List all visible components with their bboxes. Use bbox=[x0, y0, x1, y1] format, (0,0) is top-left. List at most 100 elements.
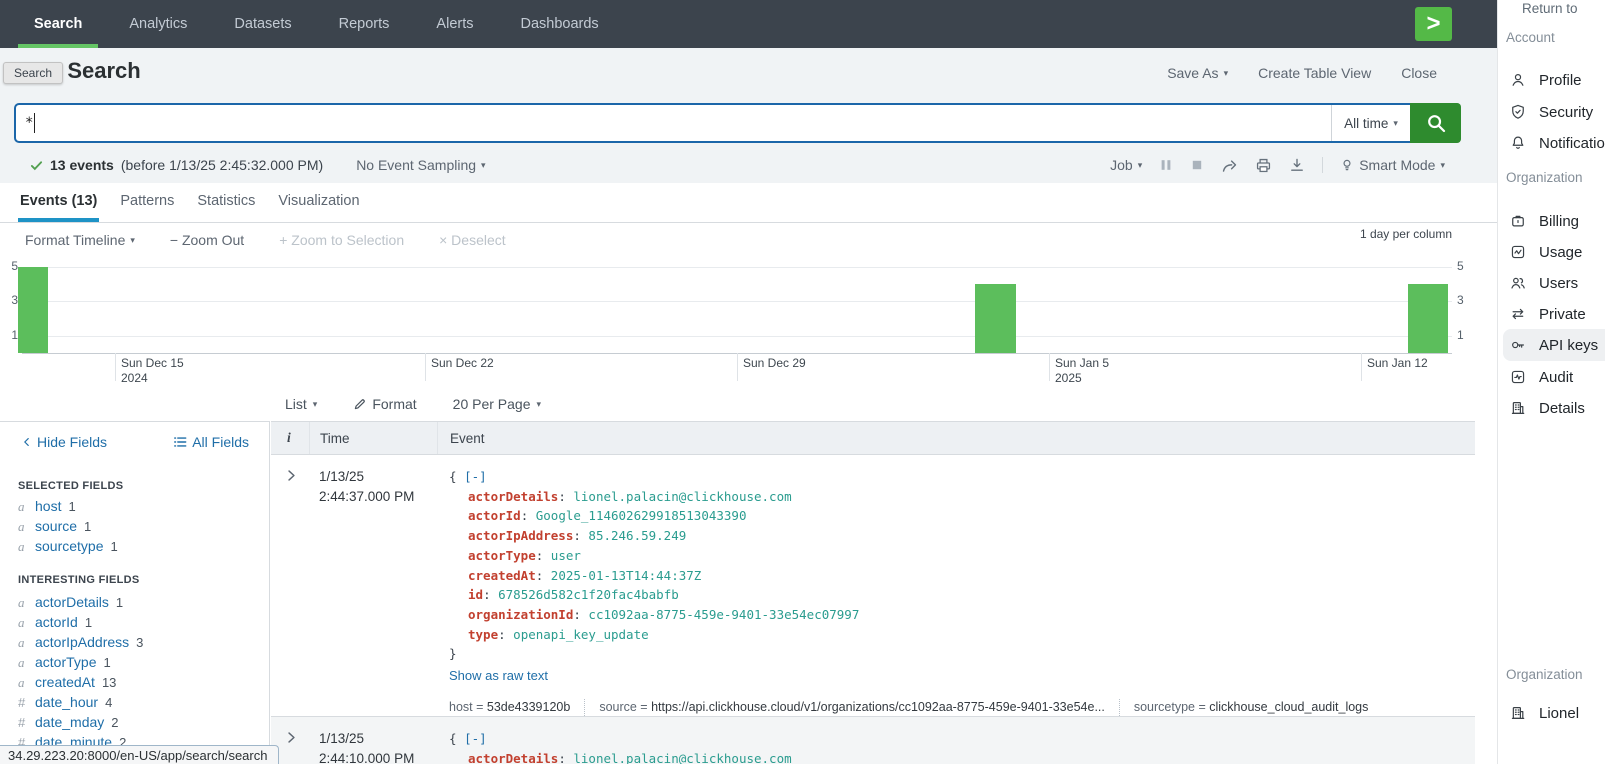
column-header-event: Event bbox=[437, 422, 1475, 454]
event-field-sourcetype[interactable]: sourcetype = clickhouse_cloud_audit_logs bbox=[1119, 699, 1383, 716]
sidebar-item-api-keys[interactable]: API keys bbox=[1503, 329, 1605, 361]
field-name-link[interactable]: sourcetype bbox=[35, 538, 103, 554]
json-key[interactable]: organizationId bbox=[468, 607, 573, 622]
tab-statistics[interactable]: Statistics bbox=[195, 183, 257, 222]
search-input[interactable]: * bbox=[16, 105, 1331, 141]
nav-item-search[interactable]: Search bbox=[18, 0, 98, 48]
close-button[interactable]: Close bbox=[1401, 65, 1437, 81]
sidebar-item-lionel[interactable]: Lionel bbox=[1503, 697, 1605, 729]
tab-events-13[interactable]: Events (13) bbox=[18, 183, 99, 222]
share-button[interactable] bbox=[1221, 157, 1238, 174]
list-view-dropdown[interactable]: List ▾ bbox=[285, 396, 317, 412]
field-type-prefix: a bbox=[18, 615, 28, 631]
json-value[interactable]: lionel.palacin@clickhouse.com bbox=[573, 751, 791, 764]
tab-visualization[interactable]: Visualization bbox=[276, 183, 361, 222]
sidebar-item-usage[interactable]: Usage bbox=[1503, 236, 1605, 268]
gridline bbox=[22, 301, 1452, 302]
json-pair-actorDetails: actorDetails: lionel.palacin@clickhouse.… bbox=[449, 749, 1475, 764]
json-brace: { bbox=[449, 469, 464, 484]
event-json: { [-]actorDetails: lionel.palacin@clickh… bbox=[449, 467, 1475, 664]
gridline bbox=[22, 336, 1452, 337]
field-name-link[interactable]: date_mday bbox=[35, 714, 104, 730]
timeline-bar[interactable] bbox=[975, 284, 1016, 353]
show-raw-text-link[interactable]: Show as raw text bbox=[449, 665, 548, 686]
field-name-link[interactable]: actorDetails bbox=[35, 594, 109, 610]
nav-item-dashboards[interactable]: Dashboards bbox=[505, 0, 615, 48]
results-tabs: Events (13) Patterns Statistics Visualizati… bbox=[0, 183, 1500, 223]
field-name-link[interactable]: actorIpAddress bbox=[35, 634, 129, 650]
pause-button[interactable] bbox=[1159, 158, 1173, 172]
create-table-view-button[interactable]: Create Table View bbox=[1258, 65, 1371, 81]
nav-item-reports[interactable]: Reports bbox=[323, 0, 406, 48]
json-value[interactable]: user bbox=[551, 548, 581, 563]
format-results-button[interactable]: Format bbox=[353, 396, 416, 412]
field-name-link[interactable]: source bbox=[35, 518, 77, 534]
screen: Search Analytics Datasets Reports Alerts Dash… bbox=[0, 0, 1605, 764]
chevron-down-icon: ▾ bbox=[1393, 118, 1398, 129]
json-value[interactable]: lionel.palacin@clickhouse.com bbox=[573, 489, 791, 504]
nav-item-alerts[interactable]: Alerts bbox=[420, 0, 489, 48]
search-bar[interactable]: * All time ▾ bbox=[14, 103, 1461, 143]
json-pair-id: id: 678526d582c1f20fac4babfb bbox=[449, 585, 1475, 605]
json-key[interactable]: id bbox=[468, 587, 483, 602]
sidebar-item-details[interactable]: Details bbox=[1503, 392, 1605, 424]
search-header: New Search Search Save As ▾ Create Table… bbox=[0, 48, 1500, 186]
sidebar-item-label: API keys bbox=[1539, 337, 1598, 354]
nav-item-analytics[interactable]: Analytics bbox=[113, 0, 203, 48]
sidebar-item-private[interactable]: Private bbox=[1503, 298, 1605, 330]
per-page-dropdown[interactable]: 20 Per Page ▾ bbox=[453, 396, 541, 412]
timeline-bar[interactable] bbox=[1408, 284, 1448, 353]
json-value[interactable]: 2025-01-13T14:44:37Z bbox=[551, 568, 702, 583]
return-to-link[interactable]: Return to bbox=[1522, 1, 1578, 16]
sidebar-item-audit[interactable]: Audit bbox=[1503, 361, 1605, 393]
json-collapse-toggle[interactable]: [-] bbox=[464, 469, 487, 484]
field-name-link[interactable]: actorType bbox=[35, 654, 96, 670]
json-key[interactable]: actorType bbox=[468, 548, 536, 563]
event-sampling-dropdown[interactable]: No Event Sampling ▾ bbox=[356, 157, 485, 173]
nav-item-datasets[interactable]: Datasets bbox=[218, 0, 307, 48]
event-field-source[interactable]: source = https://api.clickhouse.cloud/v1… bbox=[584, 699, 1119, 716]
tab-patterns[interactable]: Patterns bbox=[118, 183, 176, 222]
expand-event-button[interactable] bbox=[271, 455, 309, 716]
sidebar-item-label: Audit bbox=[1539, 369, 1573, 386]
format-timeline-dropdown[interactable]: Format Timeline ▾ bbox=[25, 232, 135, 248]
sidebar-item-security[interactable]: Security bbox=[1503, 96, 1605, 128]
sidebar-item-users[interactable]: Users bbox=[1503, 267, 1605, 299]
field-name-link[interactable]: host bbox=[35, 498, 61, 514]
hide-fields-link[interactable]: Hide Fields bbox=[22, 434, 107, 450]
save-as-button[interactable]: Save As ▾ bbox=[1167, 65, 1228, 81]
stop-button[interactable] bbox=[1190, 158, 1204, 172]
json-collapse-toggle[interactable]: [-] bbox=[464, 731, 487, 746]
json-value[interactable]: 85.246.59.249 bbox=[588, 528, 686, 543]
search-mode-dropdown[interactable]: Smart Mode ▾ bbox=[1340, 157, 1445, 173]
json-key[interactable]: actorDetails bbox=[468, 751, 558, 764]
event-field-host[interactable]: host = 53de4339120b bbox=[449, 699, 584, 716]
json-key[interactable]: actorDetails bbox=[468, 489, 558, 504]
timeline-bar[interactable] bbox=[18, 267, 48, 353]
json-pair-actorId: actorId: Google_114602629918513043390 bbox=[449, 506, 1475, 526]
json-key[interactable]: createdAt bbox=[468, 568, 536, 583]
zoom-out-button[interactable]: − Zoom Out bbox=[170, 232, 244, 248]
json-value[interactable]: 678526d582c1f20fac4babfb bbox=[498, 587, 679, 602]
field-name-link[interactable]: createdAt bbox=[35, 674, 95, 690]
search-button[interactable] bbox=[1410, 103, 1461, 143]
export-button[interactable] bbox=[1289, 157, 1305, 173]
time-range-picker[interactable]: All time ▾ bbox=[1331, 105, 1410, 141]
all-fields-link[interactable]: All Fields bbox=[173, 434, 249, 450]
sidebar-item-profile[interactable]: Profile bbox=[1503, 64, 1605, 96]
json-key[interactable]: type bbox=[468, 627, 498, 642]
field-name-link[interactable]: actorId bbox=[35, 614, 78, 630]
json-key[interactable]: actorId bbox=[468, 508, 521, 523]
sidebar-item-notifications[interactable]: Notifications bbox=[1503, 127, 1605, 159]
splunk-logo[interactable]: > bbox=[1415, 7, 1452, 41]
job-menu[interactable]: Job ▾ bbox=[1110, 157, 1142, 173]
query-text: * bbox=[25, 115, 33, 131]
json-key[interactable]: actorIpAddress bbox=[468, 528, 573, 543]
json-value[interactable]: cc1092aa-8775-459e-9401-33e54ec07997 bbox=[588, 607, 859, 622]
json-value[interactable]: Google_114602629918513043390 bbox=[536, 508, 747, 523]
print-button[interactable] bbox=[1255, 157, 1272, 174]
json-value[interactable]: openapi_key_update bbox=[513, 627, 648, 642]
field-type-prefix: # bbox=[18, 695, 28, 710]
sidebar-item-billing[interactable]: Billing bbox=[1503, 205, 1605, 237]
field-name-link[interactable]: date_hour bbox=[35, 694, 98, 710]
